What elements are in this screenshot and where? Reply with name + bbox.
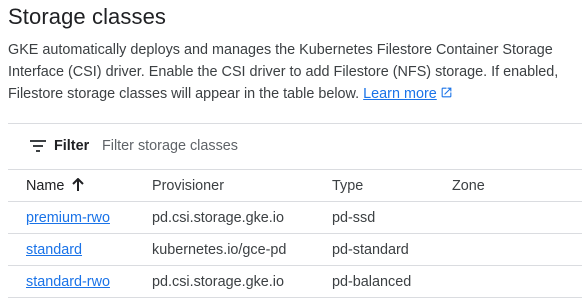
arrow-upward-icon [72, 177, 85, 191]
cell-provisioner: kubernetes.io/gce-pd [152, 233, 332, 266]
table-row: standard-rwo pd.csi.storage.gke.io pd-ba… [8, 265, 582, 298]
filter-bar: Filter [8, 123, 582, 170]
table-header-row: Name Provisioner Type Zone [8, 170, 582, 202]
column-header-name[interactable]: Name [8, 170, 152, 202]
storage-classes-table: Name Provisioner Type Zone premium-rwo p… [8, 170, 582, 298]
cell-provisioner: pd.csi.storage.gke.io [152, 201, 332, 234]
open-in-new-icon [441, 87, 452, 98]
storage-class-link[interactable]: premium-rwo [26, 210, 110, 226]
storage-class-link[interactable]: standard-rwo [26, 274, 110, 290]
learn-more-link[interactable]: Learn more [363, 86, 453, 102]
column-header-provisioner[interactable]: Provisioner [152, 170, 332, 202]
cell-name: standard [8, 233, 152, 266]
filter-label[interactable]: Filter [54, 137, 89, 155]
table-row: premium-rwo pd.csi.storage.gke.io pd-ssd [8, 201, 582, 234]
page-title: Storage classes [8, 4, 167, 29]
column-header-zone[interactable]: Zone [452, 170, 582, 202]
column-header-name-label: Name [26, 177, 65, 194]
filter-input[interactable] [102, 134, 502, 158]
column-header-type[interactable]: Type [332, 170, 452, 202]
cell-zone [452, 233, 582, 266]
cell-type: pd-ssd [332, 201, 452, 234]
storage-class-link[interactable]: standard [26, 242, 82, 258]
table-row: standard kubernetes.io/gce-pd pd-standar… [8, 233, 582, 266]
cell-name: standard-rwo [8, 265, 152, 298]
cell-provisioner: pd.csi.storage.gke.io [152, 265, 332, 298]
section-description: GKE automatically deploys and manages th… [8, 39, 580, 105]
description-text: GKE automatically deploys and manages th… [8, 42, 559, 102]
cell-type: pd-balanced [332, 265, 452, 298]
cell-zone [452, 201, 582, 234]
storage-classes-table-container: Filter Name Provisioner Type Zone premiu… [8, 123, 582, 298]
cell-name: premium-rwo [8, 201, 152, 234]
storage-classes-panel: Storage classes GKE automatically deploy… [0, 0, 582, 301]
learn-more-label: Learn more [363, 86, 437, 102]
cell-type: pd-standard [332, 233, 452, 266]
cell-zone [452, 265, 582, 298]
filter-list-icon[interactable] [30, 140, 46, 152]
